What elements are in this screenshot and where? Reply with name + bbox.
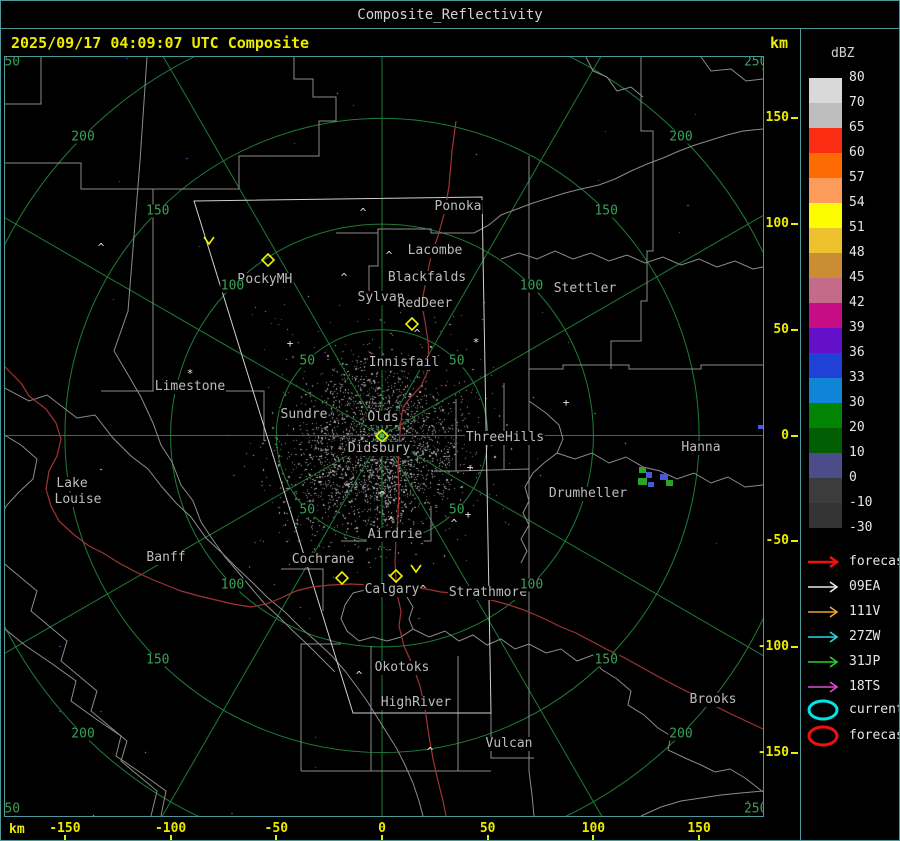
legend-label: 18TS [849, 679, 881, 694]
right-axis-label: -150 [757, 744, 789, 760]
right-axis-tick [791, 751, 798, 754]
colorbar-label: 20 [849, 420, 865, 435]
colorbar-label: 30 [849, 395, 865, 410]
right-axis-unit: km [769, 33, 788, 52]
colorbar-block [809, 103, 842, 128]
09EA-arrow-icon [808, 581, 839, 593]
colorbar-label: 48 [849, 245, 865, 260]
colorbar-label: 80 [849, 70, 865, 85]
legend-label: 31JP [849, 654, 881, 669]
colorbar-block [809, 228, 842, 253]
colorbar-label: 0 [849, 470, 857, 485]
bottom-axis-tick [698, 835, 701, 840]
colorbar-block [809, 478, 842, 503]
31JP-arrow-icon [808, 656, 839, 668]
right-axis-tick [791, 117, 798, 120]
colorbar-label: 45 [849, 270, 865, 285]
right-axis-label: 100 [765, 216, 789, 232]
bottom-axis-label: -100 [154, 821, 187, 836]
colorbar-block [809, 253, 842, 278]
111V-arrow-icon [808, 606, 839, 618]
window-titlebar: Composite_Reflectivity [1, 1, 899, 29]
bottom-axis-label: 0 [378, 821, 386, 836]
bottom-axis-tick [63, 835, 66, 840]
right-axis-label: -100 [757, 638, 789, 654]
bottom-axis-tick [592, 835, 595, 840]
bottom-axis-tick [381, 835, 383, 840]
legend-label: 09EA [849, 579, 881, 594]
right-axis-tick [791, 540, 798, 543]
colorbar-block [809, 453, 842, 478]
colorbar-block [809, 153, 842, 178]
colorbar-label: -10 [849, 495, 873, 510]
colorbar-block [809, 78, 842, 103]
bottom-axis-label: 150 [687, 821, 711, 836]
radar-echo-canvas[interactable] [5, 57, 763, 816]
colorbar-block [809, 378, 842, 403]
colorbar-block [809, 503, 842, 528]
bottom-axis-label: 50 [479, 821, 496, 836]
colorbar-label: 70 [849, 95, 865, 110]
colorbar-block [809, 278, 842, 303]
bottom-axis-tick [486, 835, 489, 840]
right-axis-label: 50 [773, 321, 789, 337]
right-axis-label: 0 [781, 427, 789, 443]
colorbar-block [809, 403, 842, 428]
colorbar-block [809, 353, 842, 378]
colorbar-label: 33 [849, 370, 865, 385]
colorbar-block [809, 303, 842, 328]
legend-label: 27ZW [849, 629, 881, 644]
right-axis-tick [791, 645, 798, 648]
radar-viewer-window: Composite_Reflectivity 2025/09/17 04:09:… [0, 0, 900, 841]
right-axis-label: 150 [765, 110, 789, 126]
colorbar-label: 51 [849, 220, 865, 235]
forecast-ellipse-icon [807, 725, 839, 747]
colorbar-label: 36 [849, 345, 865, 360]
colorbar-block [809, 428, 842, 453]
window-title: Composite_Reflectivity [357, 6, 543, 23]
bottom-axis-label: -50 [264, 821, 289, 836]
legend-label: 111V [849, 604, 881, 619]
bottom-axis-tick [275, 835, 278, 840]
timestamp-label: 2025/09/17 04:09:07 UTC Composite [11, 33, 310, 52]
colorbar-block [809, 128, 842, 153]
right-axis-tick [791, 223, 798, 226]
forecast-arrow-icon [808, 555, 840, 569]
colorbar-label: 39 [849, 320, 865, 335]
colorbar-block [809, 178, 842, 203]
colorbar-block [809, 328, 842, 353]
colorbar-label: 42 [849, 295, 865, 310]
legend-label: forecast [849, 554, 899, 569]
bottom-axis-unit: km [9, 822, 25, 837]
colorbar-label: 57 [849, 170, 865, 185]
colorbar-title: dBZ [831, 46, 855, 61]
legend-label: forecast [849, 728, 899, 743]
bottom-axis-tick [169, 835, 172, 840]
legend-label: current [849, 702, 900, 717]
bottom-axis-label: 100 [581, 821, 606, 836]
colorbar-label: -30 [849, 520, 873, 535]
colorbar-label: 60 [849, 145, 865, 160]
colorbar-block [809, 203, 842, 228]
colorbar-label: 10 [849, 445, 865, 460]
bottom-axis-label: -150 [49, 821, 81, 836]
27ZW-arrow-icon [808, 631, 839, 643]
right-axis-tick [791, 328, 798, 331]
legend-panel: dBZ 80 70 65 60 57 54 51 48 45 42 39 36 33 30 20 10 0 -10 -… [801, 28, 900, 840]
colorbar-label: 65 [849, 120, 865, 135]
colorbar-label: 54 [849, 195, 865, 210]
current-ellipse-icon [807, 699, 839, 721]
right-axis-label: -50 [765, 533, 789, 549]
right-axis-tick [791, 434, 798, 437]
status-row: 2025/09/17 04:09:07 UTC Composite km [1, 29, 798, 56]
